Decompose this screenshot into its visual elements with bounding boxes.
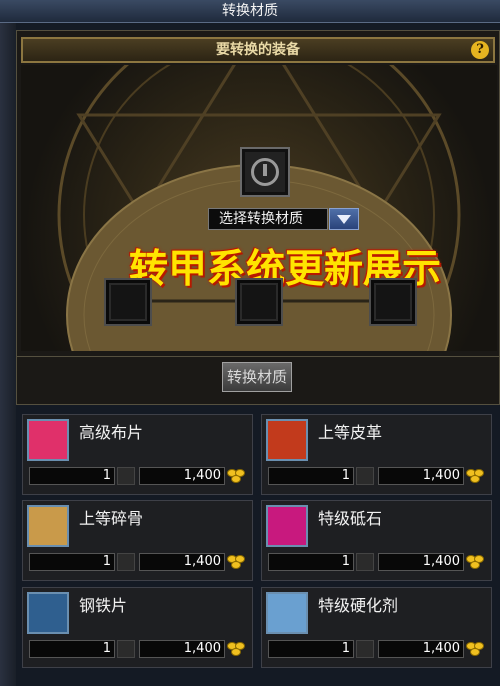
- bone-icon: [27, 505, 69, 547]
- panel-divider: [16, 356, 500, 357]
- material-price: 1,400: [139, 640, 225, 658]
- material-name: 特级硬化剂: [318, 596, 399, 615]
- window-title: 转换材质: [0, 0, 500, 23]
- help-icon[interactable]: ?: [471, 41, 489, 59]
- chevron-down-icon: [337, 215, 351, 224]
- promo-banner: 转甲系统更新展示: [129, 247, 442, 292]
- material-thumb-icon: [117, 467, 135, 485]
- material-quantity: 1: [29, 640, 115, 658]
- material-card[interactable]: 特级硬化剂 1 1,400: [261, 587, 492, 668]
- material-name: 上等碎骨: [79, 509, 144, 528]
- material-price: 1,400: [139, 553, 225, 571]
- gold-icon: [227, 554, 245, 570]
- gold-icon: [227, 468, 245, 484]
- whetstone-icon: [266, 505, 308, 547]
- power-icon: [251, 158, 279, 186]
- material-card[interactable]: 特级砥石 1 1,400: [261, 500, 492, 581]
- material-select-dropdown-button[interactable]: [329, 208, 359, 230]
- material-slot-center[interactable]: [235, 278, 283, 326]
- material-select[interactable]: 选择转换材质: [208, 208, 328, 230]
- material-price: 1,400: [378, 553, 464, 571]
- material-name: 特级砥石: [318, 509, 383, 528]
- target-equipment-slot[interactable]: [240, 147, 290, 197]
- panel-header-label: 要转换的装备: [216, 42, 300, 58]
- material-thumb-icon: [356, 467, 374, 485]
- material-quantity: 1: [268, 467, 354, 485]
- material-name: 上等皮革: [318, 423, 383, 442]
- material-price: 1,400: [378, 640, 464, 658]
- leather-icon: [266, 419, 308, 461]
- gold-icon: [227, 641, 245, 657]
- convert-material-button[interactable]: 转换材质: [222, 362, 292, 392]
- gold-icon: [466, 554, 484, 570]
- material-price: 1,400: [378, 467, 464, 485]
- material-name: 高级布片: [79, 423, 144, 442]
- equipment-panel: 要转换的装备 ? 选择转换材质 转甲系统更新展示: [16, 30, 500, 405]
- material-name: 钢铁片: [79, 596, 128, 615]
- gold-icon: [466, 641, 484, 657]
- hardener-icon: [266, 592, 308, 634]
- material-card[interactable]: 上等皮革 1 1,400: [261, 414, 492, 495]
- material-quantity: 1: [268, 640, 354, 658]
- cloth-icon: [27, 419, 69, 461]
- material-quantity: 1: [29, 467, 115, 485]
- steel-icon: [27, 592, 69, 634]
- material-thumb-icon: [356, 640, 374, 658]
- material-quantity: 1: [29, 553, 115, 571]
- material-quantity: 1: [268, 553, 354, 571]
- ritual-circle-area: 选择转换材质 转甲系统更新展示: [21, 65, 497, 351]
- material-thumb-icon: [117, 553, 135, 571]
- background-edge: [0, 22, 16, 686]
- panel-header: 要转换的装备 ?: [21, 37, 495, 63]
- material-thumb-icon: [117, 640, 135, 658]
- material-card[interactable]: 上等碎骨 1 1,400: [22, 500, 253, 581]
- material-card[interactable]: 高级布片 1 1,400: [22, 414, 253, 495]
- material-slot-left[interactable]: [104, 278, 152, 326]
- material-thumb-icon: [356, 553, 374, 571]
- material-slot-right[interactable]: [369, 278, 417, 326]
- gold-icon: [466, 468, 484, 484]
- material-card[interactable]: 钢铁片 1 1,400: [22, 587, 253, 668]
- material-price: 1,400: [139, 467, 225, 485]
